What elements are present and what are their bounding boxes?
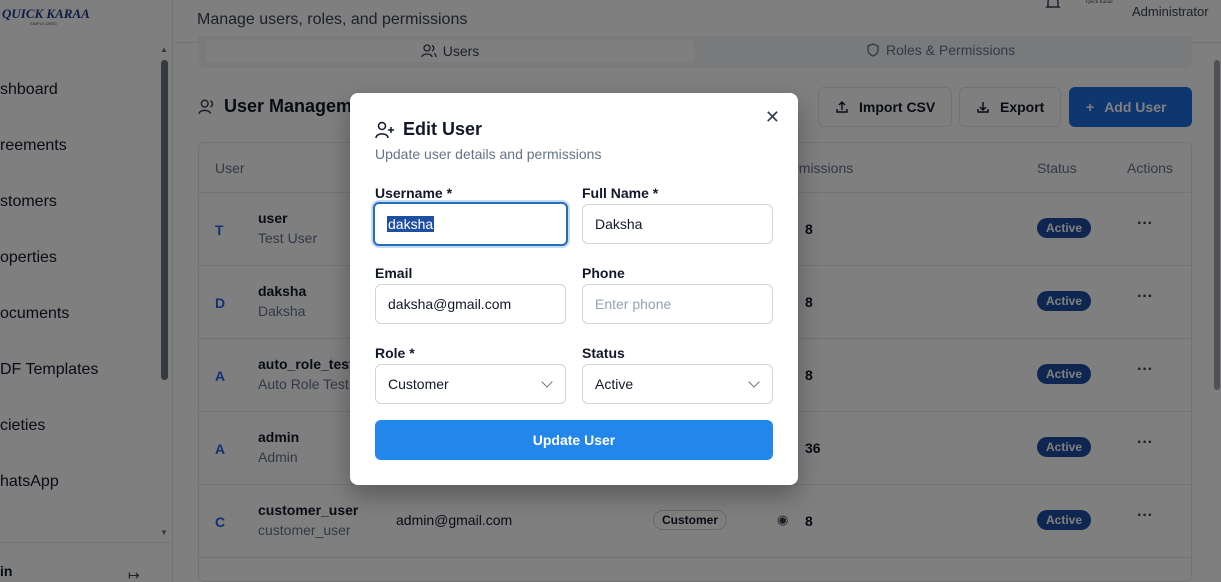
user-plus-icon [375, 121, 394, 138]
close-icon[interactable]: ✕ [765, 107, 780, 128]
full-name-field[interactable]: Daksha [582, 204, 773, 244]
update-user-button[interactable]: Update User [375, 420, 773, 460]
phone-label: Phone [582, 265, 625, 281]
username-value: daksha [387, 216, 435, 232]
chevron-down-icon [748, 376, 760, 388]
status-label: Status [582, 345, 625, 361]
status-select[interactable]: Active [582, 364, 773, 404]
dialog-description: Update user details and permissions [375, 146, 602, 162]
chevron-down-icon [541, 376, 553, 388]
role-select[interactable]: Customer [375, 364, 566, 404]
email-value: daksha@gmail.com [388, 296, 512, 312]
email-field[interactable]: daksha@gmail.com [375, 284, 566, 324]
full-name-label: Full Name * [582, 185, 659, 201]
dialog-title: Edit User [375, 119, 482, 140]
role-value: Customer [388, 376, 449, 392]
status-value: Active [595, 376, 634, 392]
username-label: Username * [375, 185, 453, 201]
phone-field[interactable]: Enter phone [582, 284, 773, 324]
username-field[interactable]: daksha [373, 202, 568, 246]
email-label: Email [375, 265, 413, 281]
dialog-title-label: Edit User [403, 119, 483, 139]
full-name-value: Daksha [595, 216, 643, 232]
role-label: Role * [375, 345, 415, 361]
phone-placeholder: Enter phone [595, 296, 672, 312]
edit-user-dialog: ✕ Edit User Update user details and perm… [350, 93, 798, 485]
